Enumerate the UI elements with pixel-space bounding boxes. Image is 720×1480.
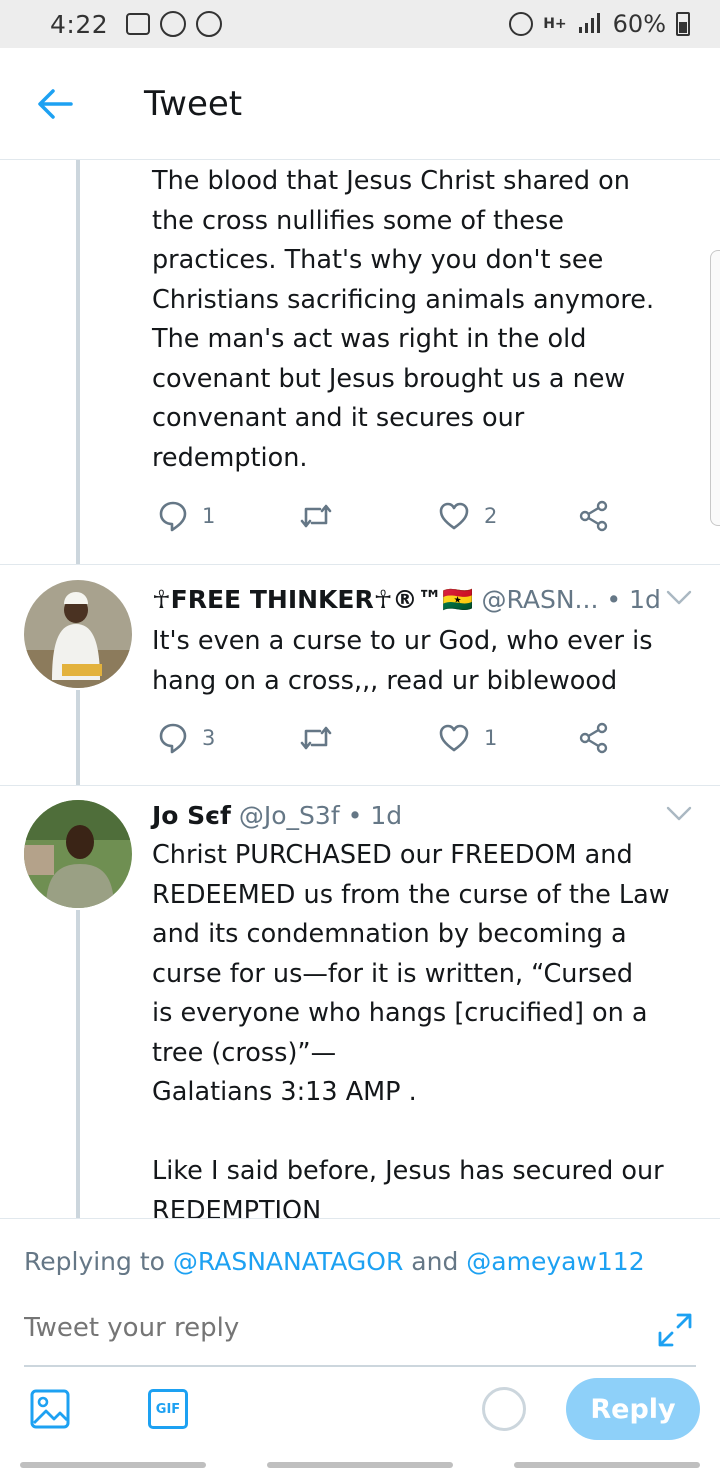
back-button[interactable]	[0, 48, 110, 160]
heart-icon	[439, 502, 469, 530]
retweet-icon	[300, 504, 332, 528]
share-icon	[579, 500, 608, 532]
scrollbar[interactable]	[710, 250, 720, 526]
network-type-label: H+	[543, 16, 567, 32]
avatar-image	[24, 800, 132, 908]
signal-icon	[578, 13, 600, 33]
character-counter	[482, 1387, 526, 1431]
battery-icon	[676, 12, 690, 36]
share-icon	[579, 722, 608, 754]
mention-link[interactable]: @RASNANATAGOR	[173, 1247, 403, 1276]
like-action[interactable]: 1	[438, 718, 497, 758]
nav-recent[interactable]	[20, 1462, 206, 1468]
tweet-text: The blood that Jesus Christ shared on th…	[152, 166, 655, 473]
share-action[interactable]	[578, 496, 610, 536]
tweet-time: • 1d	[606, 585, 661, 614]
gif-button[interactable]: GIF	[148, 1389, 188, 1429]
mention-link[interactable]: @ameyaw112	[466, 1247, 644, 1276]
reply-count: 1	[202, 504, 216, 528]
reply-action[interactable]: 1	[158, 496, 215, 536]
like-action[interactable]: 2	[438, 496, 497, 536]
like-count: 1	[484, 726, 498, 750]
chevron-down-icon[interactable]	[666, 806, 692, 822]
share-action[interactable]	[578, 718, 610, 758]
thread-line	[76, 910, 80, 1218]
tweet-text: It's even a curse to ur God, who ever is…	[152, 626, 653, 696]
download-notification-icon	[196, 11, 223, 37]
top-app-bar: Tweet	[0, 48, 720, 160]
whatsapp-notification-icon	[160, 11, 187, 37]
reply-count: 3	[202, 726, 216, 750]
retweet-action[interactable]	[298, 718, 334, 758]
reply-icon	[159, 501, 187, 532]
chevron-down-icon[interactable]	[666, 590, 692, 606]
like-count: 2	[484, 504, 498, 528]
replying-and: and	[411, 1247, 459, 1276]
tweet-text: Christ PURCHASED our FREEDOM and REDEEME…	[152, 840, 670, 1218]
composer-divider	[24, 1365, 696, 1367]
tweet-time: • 1d	[347, 801, 403, 830]
heart-icon	[439, 724, 469, 752]
thread-line	[76, 690, 80, 785]
page-title: Tweet	[144, 83, 243, 124]
back-arrow-icon	[38, 88, 73, 119]
tweet-thread[interactable]: The blood that Jesus Christ shared on th…	[0, 160, 720, 1218]
nav-back[interactable]	[514, 1462, 700, 1468]
display-name[interactable]: ☥FREE THINKER☥®™🇬🇭	[152, 582, 474, 618]
status-time: 4:22	[50, 9, 109, 39]
replying-prefix: Replying to	[24, 1247, 165, 1276]
tweet-header: Jo Sєf @Jo_S3f • 1d	[152, 798, 672, 834]
battery-percent: 60%	[612, 10, 666, 38]
reply-button[interactable]: Reply	[566, 1378, 700, 1440]
thread-line	[76, 160, 80, 565]
gallery-notification-icon	[126, 13, 151, 35]
tweet-divider	[0, 785, 720, 786]
avatar[interactable]	[24, 800, 132, 908]
reply-composer: Replying to @RASNANATAGOR and @ameyaw112…	[0, 1218, 720, 1480]
tweet-actions: 1 2	[152, 496, 622, 536]
user-handle[interactable]: @RASN...	[482, 582, 599, 618]
reply-action[interactable]: 3	[158, 718, 215, 758]
tweet-actions: 3 1	[152, 718, 622, 758]
reply-icon	[159, 723, 187, 754]
retweet-action[interactable]	[298, 496, 334, 536]
image-icon[interactable]	[30, 1389, 70, 1429]
status-bar: 4:22 H+ 60%	[0, 0, 720, 48]
nav-home[interactable]	[267, 1462, 453, 1468]
alarm-icon	[509, 12, 534, 36]
reply-input[interactable]	[24, 1313, 644, 1343]
system-nav-bar	[0, 1452, 720, 1480]
retweet-icon	[300, 726, 332, 750]
user-handle[interactable]: @Jo_S3f	[239, 798, 340, 834]
display-name[interactable]: Jo Sєf	[152, 798, 231, 834]
avatar[interactable]	[24, 580, 132, 688]
tweet-header: ☥FREE THINKER☥®™🇬🇭 @RASN... • 1d	[152, 582, 672, 618]
replying-to: Replying to @RASNANATAGOR and @ameyaw112	[24, 1247, 645, 1276]
expand-icon[interactable]	[656, 1311, 694, 1349]
avatar-image	[24, 580, 132, 688]
tweet-divider	[0, 564, 720, 565]
